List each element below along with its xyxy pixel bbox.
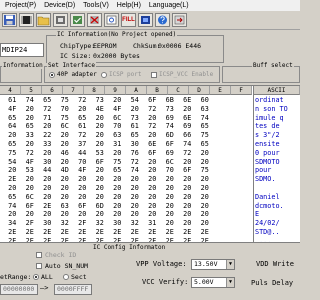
hex-byte-cell[interactable]: 2E [74, 237, 92, 242]
exit-button[interactable] [172, 13, 187, 27]
range-end-field[interactable]: 0000FFFF [54, 284, 92, 295]
hex-byte-cell[interactable]: 2E [179, 237, 197, 242]
auto-sn-checkbox[interactable] [36, 263, 42, 269]
ic-size-value: 0x2000 Bytes [93, 52, 140, 60]
hex-byte-cell[interactable]: 2E [91, 237, 109, 242]
ic-info-title: IC Information(No Project opened) [56, 31, 178, 38]
fill-button[interactable]: FILL [121, 13, 136, 27]
hex-column-header: D [189, 86, 210, 95]
menu-help[interactable]: Help(H) [114, 0, 144, 11]
hex-byte-cell[interactable]: 2E [21, 237, 39, 242]
radio-icsp-port[interactable] [101, 72, 107, 78]
verify-button[interactable] [70, 13, 85, 27]
check-id-label: Check ID [45, 251, 77, 259]
save-icon [4, 15, 15, 25]
auto-sn-label: Auto SN_NUM [45, 262, 89, 270]
menu-project[interactable]: Project(P) [2, 0, 39, 11]
auto-icon [141, 16, 150, 24]
hex-byte-cell[interactable]: 2E [4, 237, 22, 242]
chip-icon [21, 16, 32, 24]
hex-byte-cell[interactable]: 2E [196, 237, 214, 242]
icsp-vcc-checkbox[interactable] [151, 72, 157, 78]
hex-column-header: 8 [84, 86, 105, 95]
verify-icon [73, 16, 82, 24]
chip-type-value: EEPROM [93, 42, 117, 50]
vcc-verify-label: VCC Verify: [142, 278, 189, 286]
ic-size-label: IC Size: [60, 52, 92, 60]
menu-language[interactable]: Language(L) [146, 0, 192, 11]
chevron-down-icon: ▼ [226, 278, 234, 287]
toolbar: FILL [0, 11, 300, 30]
save-button[interactable] [2, 13, 17, 27]
blank-check-button[interactable] [104, 13, 119, 27]
vcc-verify-select[interactable]: 5.00V ▼ [191, 277, 235, 288]
range-all-label: ALL [41, 273, 53, 281]
ascii-separator [253, 86, 254, 242]
chevron-down-icon: ▼ [226, 260, 234, 269]
hex-column-header: B [147, 86, 168, 95]
hex-column-header: F [231, 86, 252, 95]
hex-byte-cell[interactable]: 2E [56, 237, 74, 242]
icsp-vcc-label: ICSP_VCC Enable [159, 71, 214, 78]
hex-column-header: 5 [21, 86, 42, 95]
radio-40p-adapter-label: 40P adapter [57, 71, 97, 78]
range-all-radio[interactable] [33, 274, 39, 280]
set-range-label: etRange: [0, 273, 32, 281]
exit-icon [174, 15, 185, 25]
information-title: Information [2, 62, 44, 69]
ascii-cell[interactable]: ...... [255, 237, 300, 242]
range-arrow: —> [40, 284, 49, 292]
fill-label: FILL [122, 17, 135, 23]
program-button[interactable] [53, 13, 68, 27]
hex-column-header: 9 [105, 86, 126, 95]
vcc-verify-value: 5.00V [194, 278, 214, 286]
hex-column-header: E [210, 86, 231, 95]
chip-read-button[interactable] [19, 13, 34, 27]
open-button[interactable] [36, 13, 51, 27]
hex-editor[interactable]: 4 5 6 7 8 9 A B C D E F ASCII 61 74 65 75 72 73 20 54 6F 6B 6E… [0, 85, 300, 243]
vdd-write-label: VDD Write [256, 260, 294, 268]
ic-config-title: IC Config Informaton [92, 244, 167, 251]
menu-bar: Project(P) Device(D) Tools(V) Help(H) La… [0, 0, 300, 11]
hex-column-header: 6 [42, 86, 63, 95]
help-button[interactable] [155, 13, 170, 27]
erase-button[interactable] [87, 13, 102, 27]
hex-byte-cell[interactable]: 2E [109, 237, 127, 242]
help-icon [158, 15, 167, 25]
folder-icon [37, 16, 50, 26]
device-select[interactable]: MDIP24 [0, 43, 44, 57]
vpp-voltage-label: VPP Voltage: [136, 260, 187, 268]
puls-delay-label: Puls Delay [251, 279, 294, 287]
menu-device[interactable]: Device(D) [41, 0, 78, 11]
range-sect-label: Sect [71, 273, 87, 281]
check-id-checkbox[interactable] [36, 252, 42, 258]
erase-icon [90, 16, 99, 24]
hex-byte-cell[interactable]: 2E [126, 237, 144, 242]
blank-check-icon [106, 15, 117, 25]
hex-byte-cell[interactable]: 2E [161, 237, 179, 242]
hex-column-header: A [126, 86, 147, 95]
hex-column-header: C [168, 86, 189, 95]
device-select-value: MDIP24 [2, 46, 28, 54]
radio-icsp-port-label: ICSP port [109, 71, 142, 78]
hex-byte-cell[interactable]: 2E [144, 237, 162, 242]
menu-tools[interactable]: Tools(V) [80, 0, 112, 11]
ascii-header: ASCII [254, 86, 300, 95]
hex-column-header: 7 [63, 86, 84, 95]
buff-select-title: Buff select [252, 62, 294, 69]
range-sect-radio[interactable] [63, 274, 69, 280]
vpp-voltage-value: 13.50V [194, 260, 218, 268]
checksum-value: 0x0006 E446 [158, 42, 202, 50]
checksum-label: ChkSum: [133, 42, 161, 50]
range-start-field[interactable]: 00000000 [0, 284, 38, 295]
chip-type-label: ChipType: [60, 42, 96, 50]
hex-row: 2E 2E 2E 2E 2E 2E 2E 2E 2E 2E 2E 2E...... [0, 237, 300, 242]
vpp-voltage-select[interactable]: 13.50V ▼ [191, 259, 235, 270]
set-interface-title: Set Interface [47, 62, 96, 69]
hex-byte-cell[interactable]: 2E [39, 237, 57, 242]
radio-40p-adapter[interactable] [49, 72, 55, 78]
program-icon [56, 16, 65, 24]
auto-button[interactable] [138, 13, 153, 27]
hex-column-header: 4 [0, 86, 21, 95]
